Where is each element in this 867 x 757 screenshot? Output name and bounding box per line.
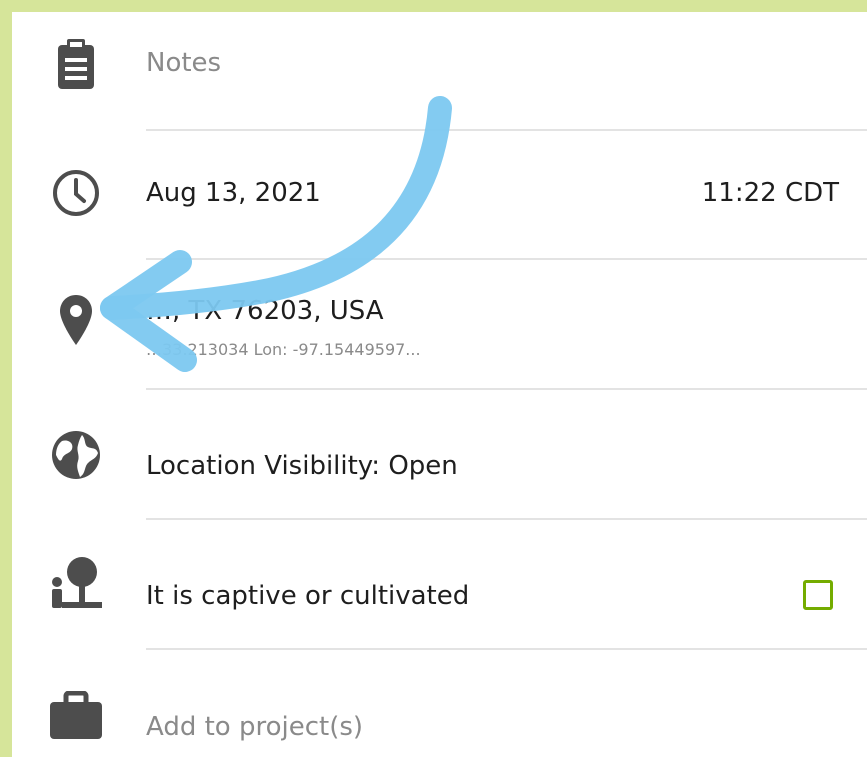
notes-label: Notes	[146, 48, 222, 78]
notes-row[interactable]: Notes	[12, 12, 867, 130]
location-visibility-label: Location Visibility: Open	[146, 451, 458, 481]
location-place-text: …, TX 76203, USA	[146, 296, 384, 326]
briefcase-icon	[46, 686, 106, 746]
location-row[interactable]: …, TX 76203, USA …33.213034 Lon: -97.154…	[12, 260, 867, 388]
date-text: Aug 13, 2021	[146, 178, 321, 208]
globe-icon	[46, 425, 106, 485]
time-text: 11:22 CDT	[701, 178, 839, 208]
captive-row[interactable]: It is captive or cultivated	[12, 520, 867, 648]
captive-checkbox[interactable]	[803, 580, 833, 610]
observation-details-panel: Notes Aug 13, 2021 11:22 CDT …, TX 76203…	[12, 12, 867, 757]
captive-tree-icon	[46, 554, 106, 614]
datetime-row[interactable]: Aug 13, 2021 11:22 CDT	[12, 131, 867, 258]
add-project-label: Add to project(s)	[146, 712, 364, 742]
location-coords-text: …33.213034 Lon: -97.15449597...	[146, 340, 421, 359]
clipboard-icon	[46, 35, 106, 95]
location-visibility-row[interactable]: Location Visibility: Open	[12, 390, 867, 518]
clock-icon	[46, 163, 106, 223]
add-project-row[interactable]: Add to project(s)	[12, 650, 867, 757]
captive-label: It is captive or cultivated	[146, 581, 470, 611]
map-pin-icon	[46, 290, 106, 350]
